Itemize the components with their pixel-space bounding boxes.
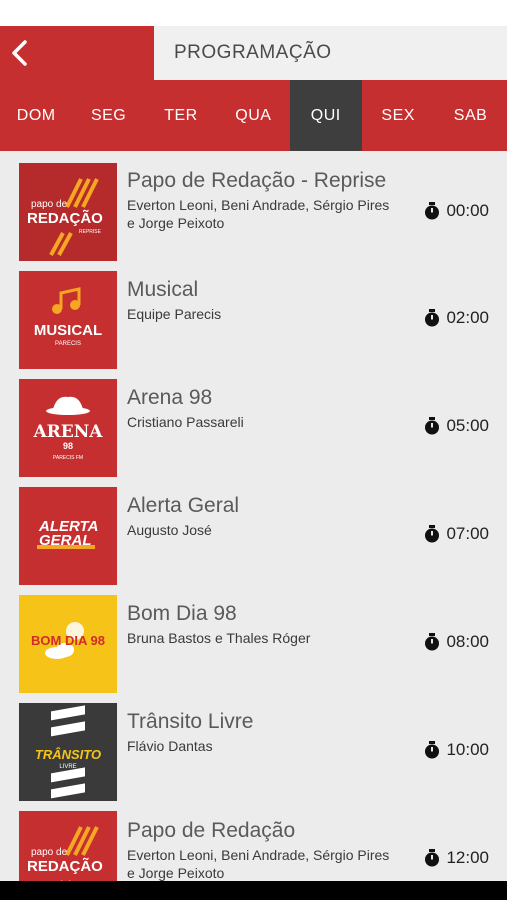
show-info: Alerta Geral Augusto José: [127, 493, 397, 539]
tab-qua[interactable]: QUA: [217, 80, 289, 151]
show-title: Musical: [127, 278, 199, 301]
logo-text: REDAÇÃO: [27, 209, 103, 227]
list-item[interactable]: papo de REDAÇÃO Papo de Redação Everton …: [0, 800, 507, 881]
show-host: Cristiano Passareli: [127, 414, 244, 430]
time-label: 10:00: [446, 740, 489, 759]
papo-de-redacao-logo: papo de REDAÇÃO: [19, 811, 117, 881]
tab-sab[interactable]: SAB: [434, 80, 506, 151]
show-title: Papo de Redação: [127, 819, 296, 842]
logo-text: PARECIS FM: [53, 455, 83, 461]
logo-text: REDAÇÃO: [27, 857, 103, 875]
list-item[interactable]: MUSICAL PARECIS Musical Equipe Parecis 0…: [0, 260, 507, 369]
tab-dom[interactable]: DOM: [0, 80, 72, 151]
show-time: 05:00: [424, 416, 489, 436]
tab-label: TER: [164, 106, 198, 124]
stopwatch-icon: [425, 525, 440, 543]
page-title: PROGRAMAÇÃO: [174, 42, 332, 63]
logo-text: papo de: [31, 199, 68, 210]
logo-text: LIVRE: [59, 764, 76, 770]
show-title: Papo de Redação - Reprise: [127, 169, 387, 192]
show-host: Augusto José: [127, 522, 212, 538]
show-time: 08:00: [424, 632, 489, 652]
tab-ter[interactable]: TER: [145, 80, 217, 151]
logo-text: REPRISE: [79, 229, 102, 235]
show-info: Papo de Redação - Reprise Everton Leoni,…: [127, 168, 397, 232]
transito-livre-logo: TRÂNSITO LIVRE: [19, 703, 117, 801]
stopwatch-icon: [425, 202, 440, 220]
logo-text: TRÂNSITO: [35, 747, 101, 762]
time-label: 00:00: [446, 201, 489, 220]
logo-text: PARECIS: [55, 341, 81, 347]
show-host: Bruna Bastos e Thales Róger: [127, 630, 311, 646]
list-item[interactable]: papo de REDAÇÃO REPRISE Papo de Redação …: [0, 152, 507, 261]
stopwatch-icon: [425, 417, 440, 435]
show-host: Equipe Parecis: [127, 306, 222, 322]
show-time: 02:00: [424, 308, 489, 328]
list-item[interactable]: BOM DIA 98 Bom Dia 98 Bruna Bastos e Tha…: [0, 584, 507, 693]
list-item[interactable]: ARENA 98 PARECIS FM Arena 98 Cristiano P…: [0, 368, 507, 477]
tab-label: QUI: [310, 106, 341, 124]
show-time: 12:00: [424, 848, 489, 868]
arena-98-logo: ARENA 98 PARECIS FM: [19, 379, 117, 477]
stopwatch-icon: [425, 633, 440, 651]
status-bar: [0, 0, 507, 26]
show-host: Everton Leoni, Beni Andrade, Sérgio Pire…: [127, 197, 390, 231]
tab-seg[interactable]: SEG: [72, 80, 144, 151]
tab-label: SEG: [90, 106, 127, 124]
show-info: Arena 98 Cristiano Passareli: [127, 385, 397, 431]
show-host: Everton Leoni, Beni Andrade, Sérgio Pire…: [127, 847, 390, 881]
back-button[interactable]: [0, 26, 154, 80]
show-info: Trânsito Livre Flávio Dantas: [127, 709, 397, 755]
musical-logo: MUSICAL PARECIS: [19, 271, 117, 369]
show-info: Bom Dia 98 Bruna Bastos e Thales Róger: [127, 601, 397, 647]
time-label: 05:00: [446, 416, 489, 435]
show-time: 00:00: [424, 201, 489, 221]
logo-text: papo de: [31, 847, 68, 858]
time-label: 12:00: [446, 848, 489, 867]
show-host: Flávio Dantas: [127, 738, 213, 754]
tab-label: QUA: [235, 106, 272, 124]
bottom-bar: [0, 881, 507, 900]
show-title: Bom Dia 98: [127, 602, 237, 625]
bom-dia-98-logo: BOM DIA 98: [19, 595, 117, 693]
alerta-geral-logo: ALERTA GERAL: [19, 487, 117, 585]
tab-label: DOM: [16, 106, 56, 124]
logo-text: MUSICAL: [34, 322, 102, 339]
header: PROGRAMAÇÃO: [0, 26, 507, 80]
chevron-left-icon: [12, 40, 27, 66]
stopwatch-icon: [425, 309, 440, 327]
list-item[interactable]: ALERTA GERAL Alerta Geral Augusto José 0…: [0, 476, 507, 585]
show-time: 07:00: [424, 524, 489, 544]
schedule-list: papo de REDAÇÃO REPRISE Papo de Redação …: [0, 152, 507, 881]
list-item[interactable]: TRÂNSITO LIVRE Trânsito Livre Flávio Dan…: [0, 692, 507, 801]
show-info: Musical Equipe Parecis: [127, 277, 397, 323]
tab-label: SAB: [453, 106, 488, 124]
logo-text: BOM DIA 98: [31, 633, 105, 648]
logo-text: ARENA: [32, 422, 103, 442]
time-label: 08:00: [446, 632, 489, 651]
logo-text: GERAL: [39, 532, 92, 549]
show-title: Trânsito Livre: [127, 710, 254, 733]
show-time: 10:00: [424, 740, 489, 760]
papo-de-redacao-reprise-logo: papo de REDAÇÃO REPRISE: [19, 163, 117, 261]
tab-qui[interactable]: QUI: [289, 80, 362, 151]
show-title: Arena 98: [127, 386, 213, 409]
stopwatch-icon: [425, 741, 440, 759]
time-label: 02:00: [446, 308, 489, 327]
day-tabs: DOM SEG TER QUA QUI SEX SAB: [0, 80, 507, 151]
logo-text: 98: [63, 441, 73, 451]
tab-sex[interactable]: SEX: [362, 80, 434, 151]
title-area: PROGRAMAÇÃO: [154, 26, 507, 80]
tab-label: SEX: [381, 106, 415, 124]
show-info: Papo de Redação Everton Leoni, Beni Andr…: [127, 818, 397, 881]
show-title: Alerta Geral: [127, 494, 240, 517]
time-label: 07:00: [446, 524, 489, 543]
stopwatch-icon: [425, 849, 440, 867]
